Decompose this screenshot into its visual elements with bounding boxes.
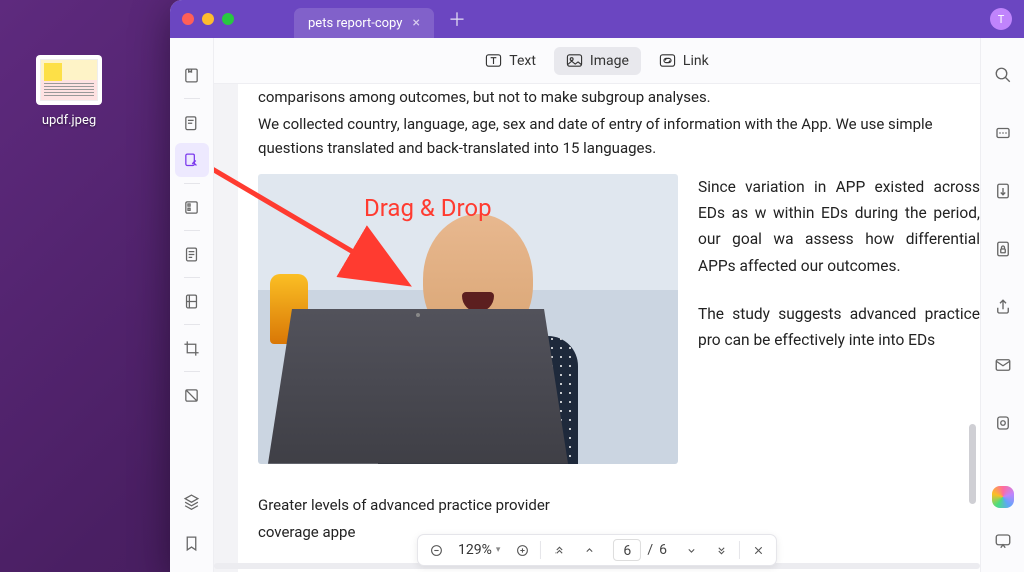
text-icon	[485, 53, 502, 68]
vertical-scrollbar[interactable]	[969, 424, 976, 504]
first-page-button[interactable]	[545, 536, 573, 564]
total-pages: 6	[659, 542, 667, 558]
prev-page-button[interactable]	[575, 536, 603, 564]
body-text-column: Since variation in APP existed across ED…	[698, 174, 980, 376]
close-window-button[interactable]	[182, 13, 194, 25]
layers-icon[interactable]	[175, 484, 209, 518]
text-tool-label: Text	[509, 53, 536, 69]
image-tool-label: Image	[590, 53, 629, 69]
edit-toolbar: Text Image Link	[214, 38, 980, 84]
protect-icon[interactable]	[986, 232, 1020, 266]
drag-drop-overlay-label: Drag & Drop	[364, 194, 492, 222]
new-tab-button[interactable]: ＋	[448, 6, 466, 32]
file-name-label: updf.jpeg	[30, 113, 108, 128]
document-page: comparisons among outcomes, but not to m…	[238, 84, 980, 572]
maximize-window-button[interactable]	[222, 13, 234, 25]
link-tool-label: Link	[683, 53, 709, 69]
redact-tool-icon[interactable]	[175, 378, 209, 412]
tab-title: pets report-copy	[308, 16, 402, 31]
comment-tool-icon[interactable]	[175, 105, 209, 139]
share-icon[interactable]	[986, 290, 1020, 324]
last-page-button[interactable]	[707, 536, 735, 564]
app-window: pets report-copy × ＋ T	[170, 0, 1024, 572]
body-text: We collected country, language, age, sex…	[258, 113, 980, 160]
reader-tool-icon[interactable]	[175, 58, 209, 92]
document-viewport[interactable]: comparisons among outcomes, but not to m…	[214, 84, 980, 572]
close-nav-button[interactable]	[744, 536, 772, 564]
convert-icon[interactable]	[986, 174, 1020, 208]
body-text: comparisons among outcomes, but not to m…	[258, 86, 980, 109]
feedback-icon[interactable]	[986, 524, 1020, 558]
right-sidebar	[980, 38, 1024, 572]
crop-tool-icon[interactable]	[175, 331, 209, 365]
edit-tool-icon[interactable]	[175, 143, 209, 177]
desktop-file[interactable]: updf.jpeg	[30, 55, 108, 128]
search-icon[interactable]	[986, 58, 1020, 92]
email-icon[interactable]	[986, 348, 1020, 382]
main-area: Text Image Link comparisons among outcom…	[214, 38, 980, 572]
image-tool-button[interactable]: Image	[554, 47, 641, 75]
minimize-window-button[interactable]	[202, 13, 214, 25]
traffic-lights	[182, 13, 234, 25]
window-body: Text Image Link comparisons among outcom…	[170, 38, 1024, 572]
zoom-level[interactable]: 129%	[452, 542, 506, 558]
zoom-in-button[interactable]	[508, 536, 536, 564]
text-tool-button[interactable]: Text	[473, 47, 548, 75]
page-layout-tool-icon[interactable]	[175, 284, 209, 318]
titlebar: pets report-copy × ＋ T	[170, 0, 1024, 38]
organize-tool-icon[interactable]	[175, 190, 209, 224]
next-page-button[interactable]	[677, 536, 705, 564]
file-thumbnail	[36, 55, 102, 105]
image-icon	[566, 53, 583, 68]
app-logo-icon[interactable]	[992, 486, 1014, 508]
left-sidebar	[170, 38, 214, 572]
link-tool-button[interactable]: Link	[647, 47, 721, 75]
print-icon[interactable]	[986, 406, 1020, 440]
ocr-icon[interactable]	[986, 116, 1020, 150]
close-tab-icon[interactable]: ×	[412, 15, 419, 31]
avatar[interactable]: T	[990, 8, 1012, 30]
document-tab[interactable]: pets report-copy ×	[294, 8, 434, 38]
page-indicator: 6 / 6	[605, 539, 675, 561]
current-page-input[interactable]: 6	[613, 539, 641, 561]
form-tool-icon[interactable]	[175, 237, 209, 271]
bookmark-icon[interactable]	[175, 526, 209, 560]
link-icon	[659, 53, 676, 68]
page-nav-bar: 129% 6 / 6	[417, 534, 777, 566]
zoom-out-button[interactable]	[422, 536, 450, 564]
body-text: Greater levels of advanced practice prov…	[258, 494, 980, 517]
